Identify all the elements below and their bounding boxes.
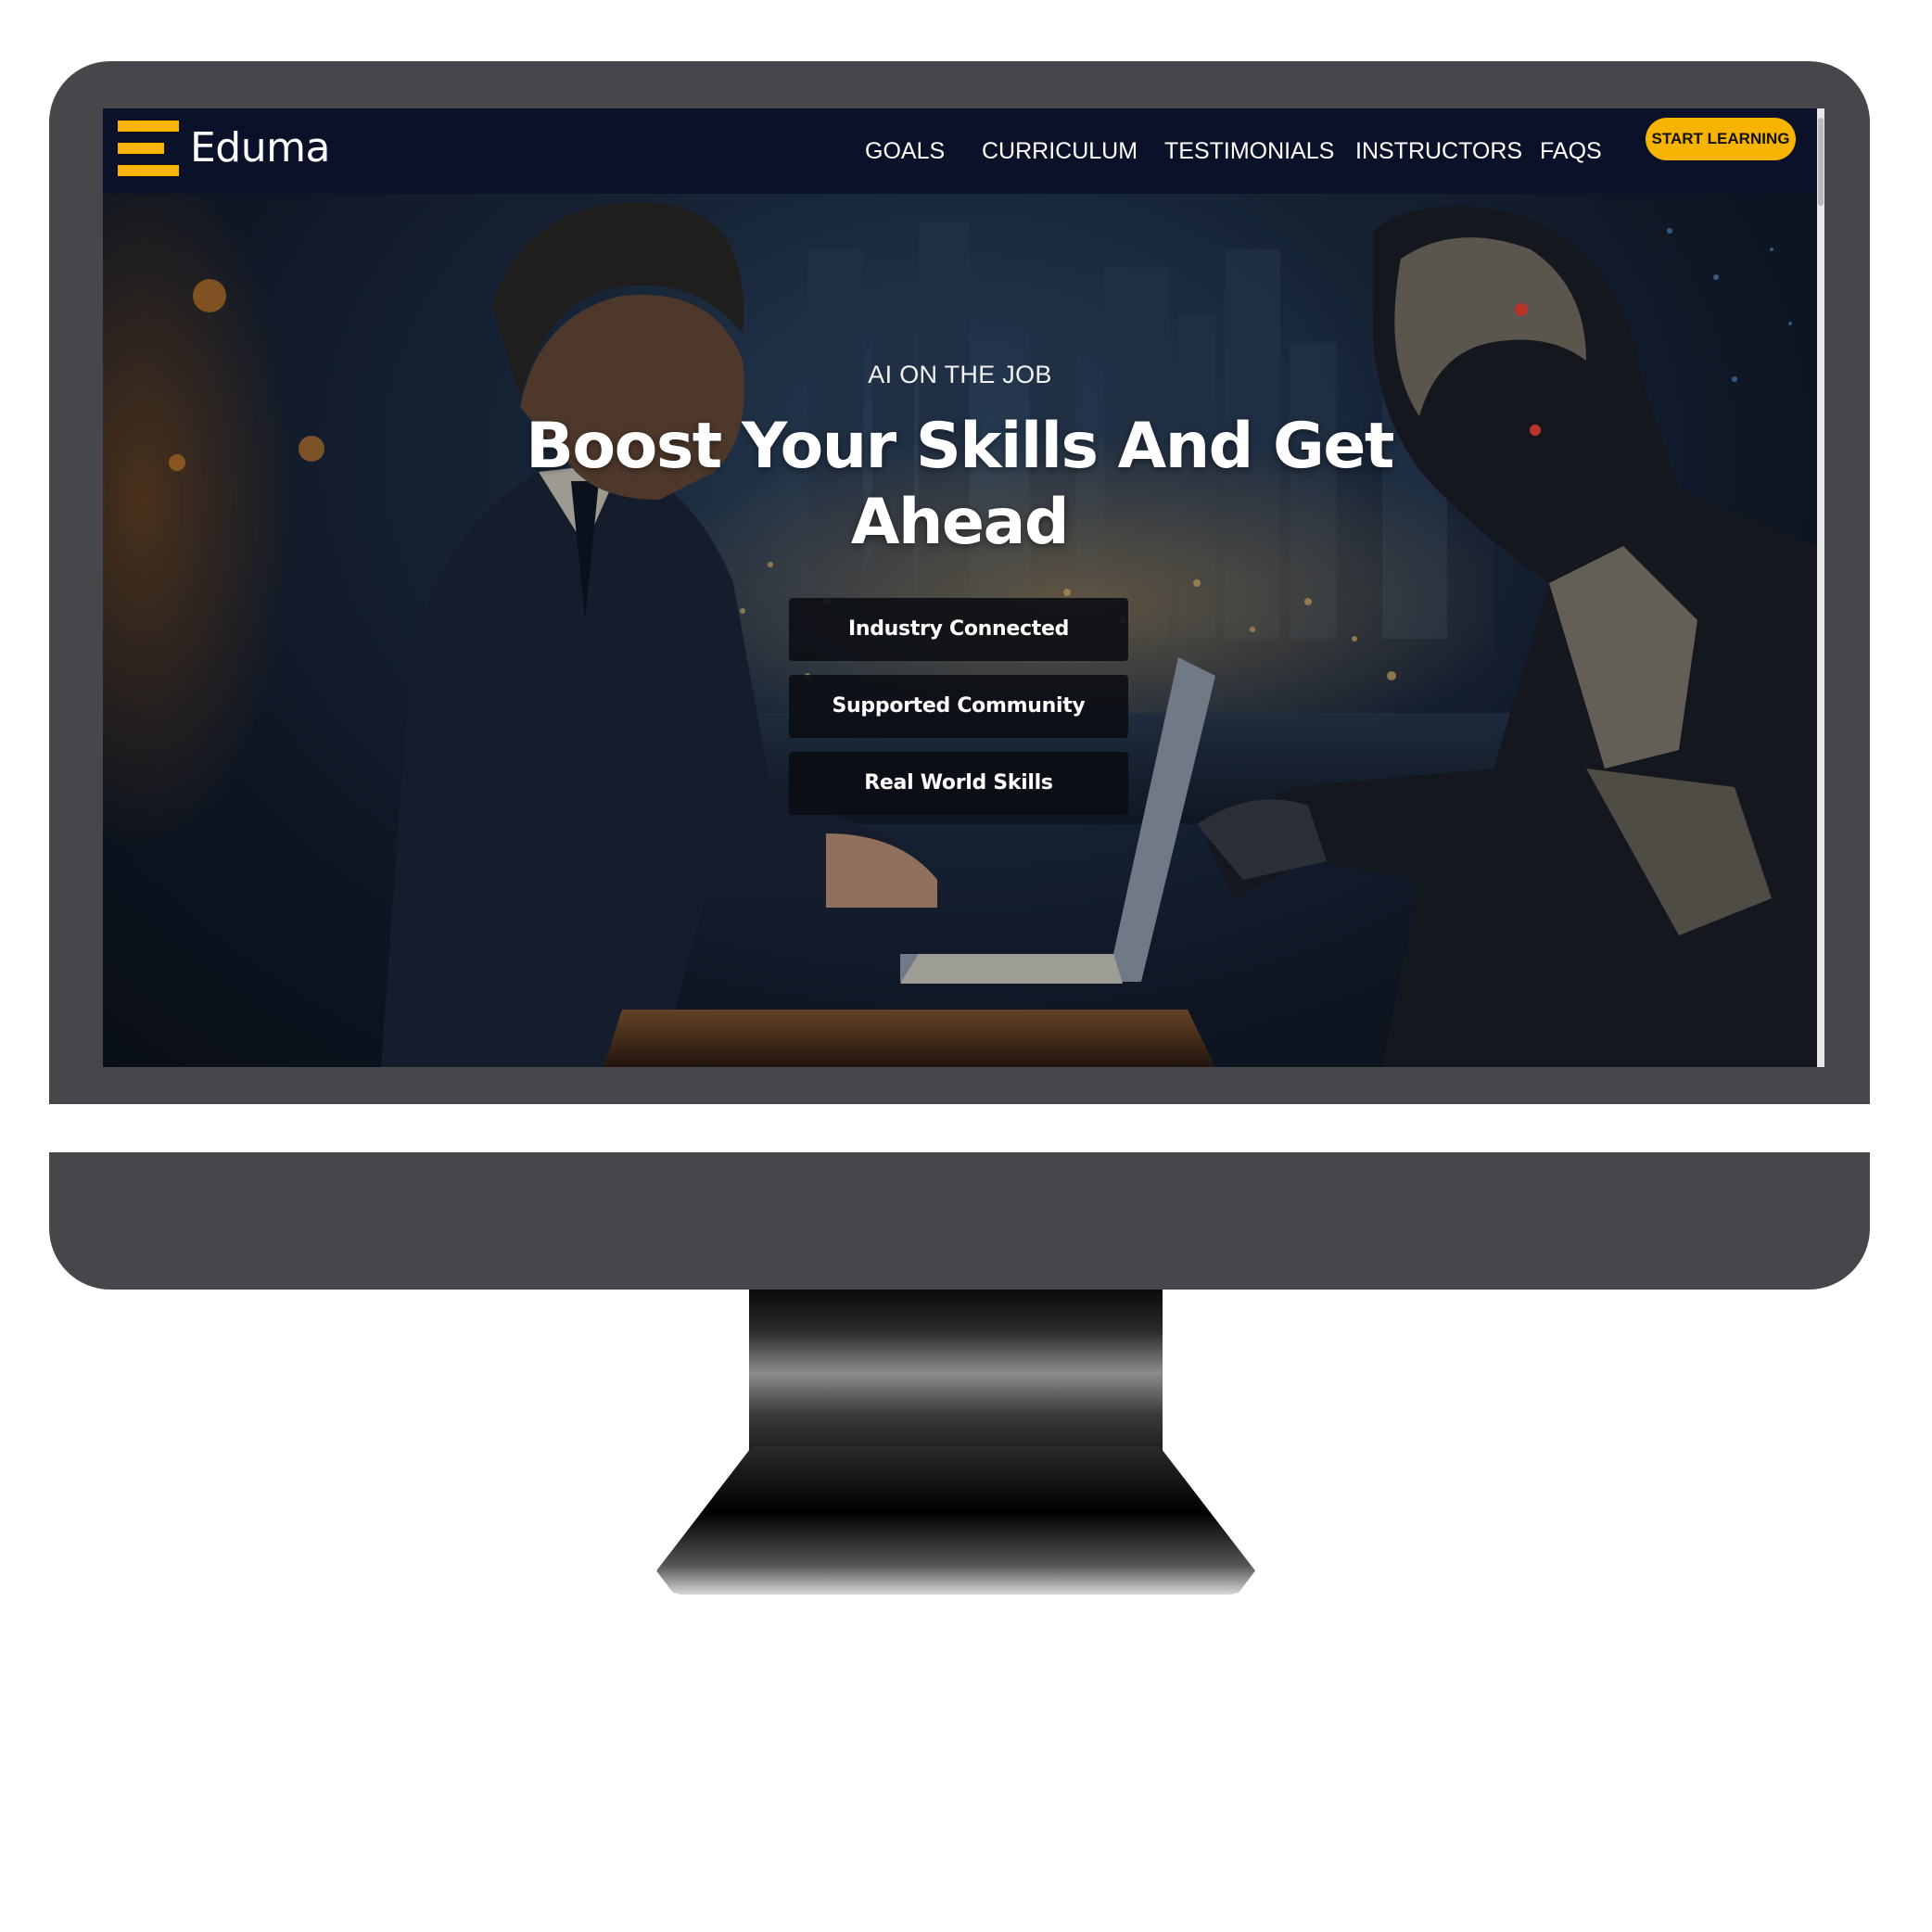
monitor-screen: Eduma GOALS CURRICULUM TESTIMONIALS INST… [103, 108, 1824, 1067]
page: Eduma GOALS CURRICULUM TESTIMONIALS INST… [0, 0, 1932, 1932]
feature-industry-connected: Industry Connected [789, 598, 1128, 661]
page-scrollbar[interactable] [1817, 108, 1824, 1067]
start-learning-button[interactable]: START LEARNING [1646, 118, 1796, 160]
hero-eyebrow: AI ON THE JOB [868, 361, 1052, 388]
nav-link-curriculum[interactable]: CURRICULUM [982, 138, 1138, 165]
hero-section: AI ON THE JOB Boost Your Skills And Get … [103, 194, 1817, 1067]
nav-link-goals[interactable]: GOALS [865, 138, 945, 165]
navbar: Eduma GOALS CURRICULUM TESTIMONIALS INST… [103, 108, 1817, 194]
nav-links: GOALS CURRICULUM TESTIMONIALS INSTRUCTOR… [103, 108, 1817, 194]
hero-headline: Boost Your Skills And Get Ahead [526, 410, 1394, 559]
monitor-stand-neck [749, 1290, 1163, 1456]
scrollbar-thumb[interactable] [1818, 118, 1824, 206]
nav-link-instructors[interactable]: INSTRUCTORS [1355, 138, 1522, 165]
feature-real-world-skills: Real World Skills [789, 752, 1128, 815]
monitor-chin [49, 1152, 1870, 1290]
feature-supported-community: Supported Community [789, 675, 1128, 738]
nav-link-faqs[interactable]: FAQS [1540, 138, 1602, 165]
monitor-stand-base [656, 1446, 1255, 1595]
nav-link-testimonials[interactable]: TESTIMONIALS [1164, 138, 1334, 165]
